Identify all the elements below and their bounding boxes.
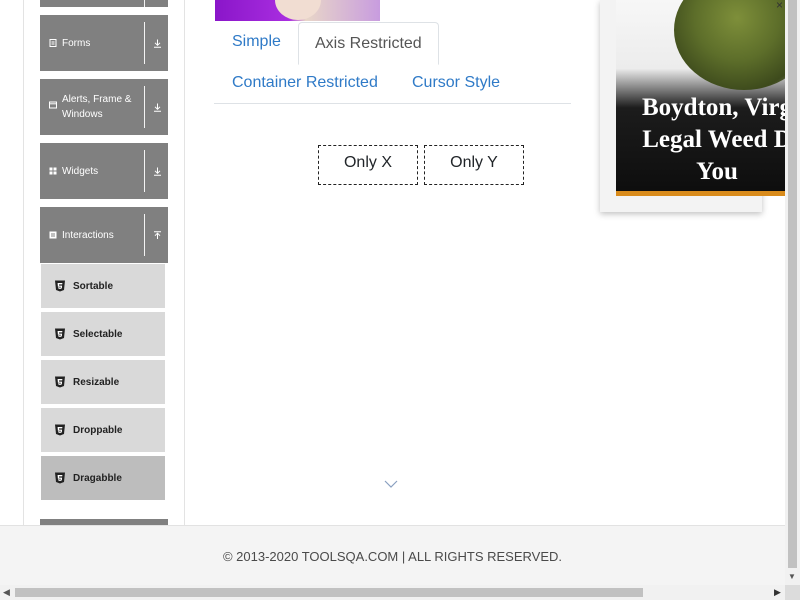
html5-icon — [55, 472, 65, 484]
html5-icon — [55, 376, 65, 388]
scroll-down-icon[interactable]: ▼ — [788, 572, 796, 581]
tab-simple[interactable]: Simple — [232, 32, 281, 52]
only-y-draggable[interactable]: Only Y — [424, 145, 524, 185]
scrollbar-thumb[interactable] — [788, 0, 797, 568]
tab-axis-restricted[interactable]: Axis Restricted — [298, 22, 439, 65]
tab-divider — [214, 103, 571, 104]
upload-icon[interactable] — [146, 207, 168, 263]
sidebar-item-droppable[interactable]: Droppable — [41, 408, 165, 452]
list-icon — [49, 231, 57, 239]
window-icon — [49, 101, 57, 109]
ad-graphic — [674, 0, 800, 90]
html5-icon — [55, 280, 65, 292]
sidebar-group-alerts[interactable]: Alerts, Frame & Windows — [40, 79, 168, 135]
scroll-left-icon[interactable]: ◀ — [3, 587, 10, 598]
sidebar-group-forms[interactable]: Forms — [40, 15, 168, 71]
html5-icon — [55, 424, 65, 436]
only-x-draggable[interactable]: Only X — [318, 145, 418, 185]
sidebar-item-resizable[interactable]: Resizable — [41, 360, 165, 404]
vertical-scrollbar[interactable]: ▼ — [785, 0, 800, 585]
copyright-text: © 2013-2020 TOOLSQA.COM | ALL RIGHTS RES… — [222, 549, 563, 564]
sidebar-item-label: Selectable — [73, 328, 123, 340]
sidebar-item-label: Resizable — [73, 376, 120, 388]
sidebar-item-dragabble[interactable]: Dragabble — [41, 456, 165, 500]
grid-icon — [49, 167, 57, 175]
sidebar-item-label: Sortable — [73, 280, 114, 292]
sidebar-item-label: Dragabble — [73, 472, 122, 484]
ad-headline[interactable]: Boydton, Virg Legal Weed D You — [622, 92, 800, 188]
download-icon[interactable] — [146, 143, 168, 199]
scrollbar-corner — [785, 585, 800, 600]
left-panel: Forms Alerts, Frame & Windows Widgets In… — [0, 0, 185, 525]
download-icon[interactable] — [146, 15, 168, 71]
scroll-right-icon[interactable]: ▶ — [774, 587, 781, 598]
scrollbar-thumb[interactable] — [15, 588, 643, 597]
chevron-down-icon[interactable] — [384, 479, 398, 489]
sidebar-item-selectable[interactable]: Selectable — [41, 312, 165, 356]
sidebar-group-widgets[interactable]: Widgets — [40, 143, 168, 199]
horizontal-scrollbar[interactable]: ◀ ▶ — [0, 585, 785, 600]
banner-ad[interactable] — [215, 0, 380, 21]
document-icon — [49, 39, 57, 47]
ad-line: You — [696, 158, 738, 185]
sidebar-group-interactions[interactable]: Interactions — [40, 207, 168, 263]
sidebar-item-sortable[interactable]: Sortable — [41, 264, 165, 308]
tab-cursor-style[interactable]: Cursor Style — [412, 73, 500, 93]
ad-line: Boydton, Virg — [641, 94, 793, 121]
sidebar-item-label: Droppable — [73, 424, 123, 436]
divider — [184, 0, 185, 525]
banner-image — [275, 0, 321, 20]
divider — [23, 0, 24, 525]
footer: © 2013-2020 TOOLSQA.COM | ALL RIGHTS RES… — [0, 525, 785, 585]
ad-accent-bar — [616, 191, 800, 196]
tab-container-restricted[interactable]: Container Restricted — [232, 73, 378, 93]
ad-line: Legal Weed D — [642, 126, 792, 153]
html5-icon — [55, 328, 65, 340]
download-icon[interactable] — [146, 79, 168, 135]
sidebar-group-elements[interactable] — [40, 0, 168, 7]
